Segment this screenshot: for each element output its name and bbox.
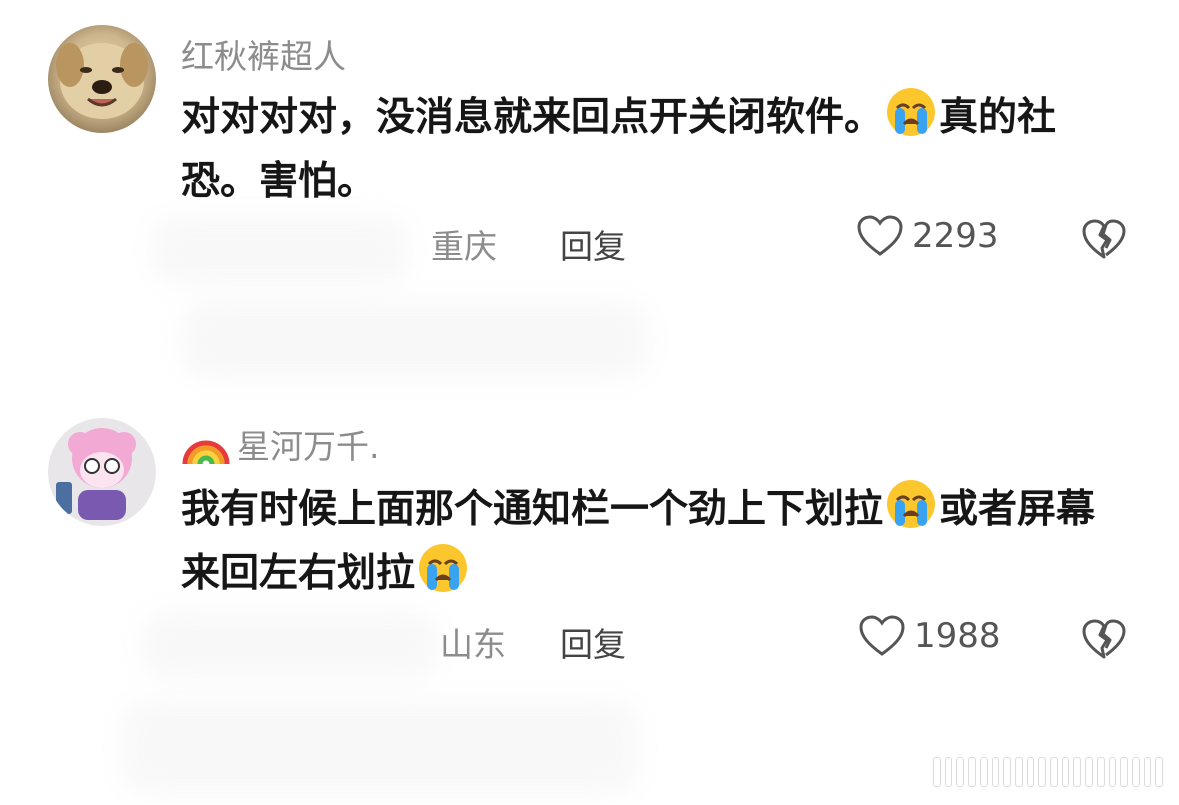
heart-icon	[857, 215, 903, 256]
loudly-crying-face-icon	[887, 480, 936, 528]
username[interactable]: 红秋裤超人	[181, 30, 346, 78]
redacted-area	[140, 610, 440, 680]
redacted-area	[180, 300, 650, 380]
watermark	[933, 757, 1164, 793]
redacted-area	[120, 700, 640, 795]
like-button[interactable]: 2293	[856, 214, 999, 258]
loudly-crying-face-icon	[887, 88, 936, 136]
location-label: 山东	[440, 625, 506, 664]
like-button[interactable]: 1988	[858, 614, 1001, 658]
redacted-area	[150, 215, 410, 285]
location-label: 重庆	[431, 227, 497, 266]
comment-text-part: 我有时候上面那个通知栏一个劲上下划拉	[181, 487, 884, 532]
avatar[interactable]	[48, 418, 156, 526]
pink-character-avatar-icon	[48, 418, 156, 526]
reply-button[interactable]: 回复	[560, 220, 626, 268]
like-count: 2293	[912, 216, 999, 256]
comment-text: 我有时候上面那个通知栏一个劲上下划拉 或者屏幕来回左右划拉	[181, 478, 1131, 606]
like-count: 1988	[914, 616, 1001, 656]
rainbow-icon	[182, 440, 230, 465]
loudly-crying-face-icon	[419, 544, 468, 592]
username[interactable]: 星河万千.	[181, 420, 380, 468]
comment-text: 对对对对，没消息就来回点开关闭软件。 真的社恐。害怕。	[181, 86, 1131, 214]
avatar[interactable]	[48, 25, 156, 133]
heart-icon	[859, 615, 905, 656]
comment-text-part: 对对对对，没消息就来回点开关闭软件。	[181, 95, 884, 140]
reply-button[interactable]: 回复	[560, 618, 626, 666]
broken-heart-icon[interactable]	[1081, 218, 1127, 260]
broken-heart-icon[interactable]	[1081, 618, 1127, 660]
username-text[interactable]: 星河万千.	[237, 420, 380, 468]
dog-avatar-icon	[48, 25, 156, 133]
